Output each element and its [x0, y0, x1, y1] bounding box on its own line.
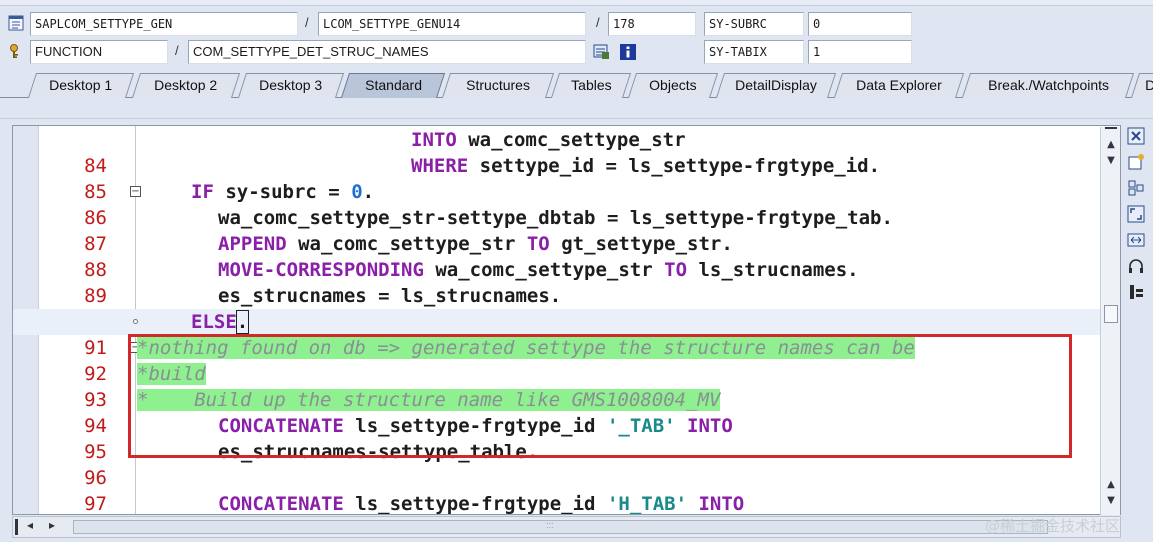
- sysvar2-value[interactable]: 1: [808, 40, 912, 64]
- tab-structures[interactable]: Structures: [441, 73, 555, 98]
- grip-icon: :::: [546, 520, 554, 530]
- tab-detaildisplay[interactable]: DetailDisplay: [715, 73, 837, 98]
- scroll-down-icon[interactable]: ▼: [1103, 495, 1119, 509]
- sysvar1-value[interactable]: 0: [808, 12, 912, 36]
- identifier: wa_comc_settype_str: [286, 233, 527, 255]
- identifier: ls_settype-frgtype_id: [343, 493, 607, 515]
- keyword: APPEND: [218, 233, 287, 255]
- tab-more[interactable]: D: [1130, 73, 1153, 98]
- keyword: WHERE: [411, 155, 469, 177]
- collapse-icon[interactable]: −: [130, 186, 141, 197]
- tab-desktop-2[interactable]: Desktop 2: [131, 73, 241, 98]
- tab-strip: Desktop 1 Desktop 2 Desktop 3 Standard S…: [0, 72, 1153, 98]
- operator: =: [606, 207, 619, 229]
- code-line[interactable]: 84 INTO wa_comc_settype_str: [13, 127, 1103, 177]
- horizontal-scrollbar[interactable]: ◂ ▸ :::: [12, 516, 1121, 538]
- current-code-line[interactable]: 91 ELSE.: [13, 309, 1103, 359]
- close-icon[interactable]: [1127, 127, 1145, 145]
- string-literal: 'H_TAB': [606, 493, 688, 515]
- code-line[interactable]: 86 − IF sy-subrc = 0.: [13, 179, 1103, 229]
- identifier: sy-subrc: [213, 181, 329, 203]
- operator: =: [378, 285, 390, 307]
- identifier: ls_settype-frgtype_id.: [616, 155, 881, 177]
- code-line[interactable]: 98 CONCATENATE ls_settype-frgtype_id 'H_…: [13, 491, 1103, 515]
- scroll-thumb[interactable]: :::: [73, 520, 1048, 534]
- identifier: settype_id: [468, 155, 606, 177]
- keyword: MOVE-CORRESPONDING: [218, 259, 424, 281]
- operator: =: [328, 181, 340, 203]
- identifier: ls_strucnames.: [389, 285, 562, 307]
- operator: .: [362, 181, 375, 203]
- fold-marker-icon: [133, 319, 138, 324]
- scroll-left-icon[interactable]: ◂: [27, 518, 33, 532]
- code-line[interactable]: 88 APPEND wa_comc_settype_str TO gt_sett…: [13, 231, 1103, 281]
- code-line[interactable]: 87 wa_comc_settype_str-settype_dbtab = l…: [13, 205, 1103, 255]
- identifier: wa_comc_settype_str-settype_dbtab: [218, 207, 607, 229]
- event-row: FUNCTION / COM_SETTYPE_DET_STRUC_NAMES S…: [0, 40, 1153, 66]
- highlight-annotation-box: [128, 334, 1072, 458]
- scroll-up-icon[interactable]: ▲: [1103, 479, 1119, 493]
- tab-tables[interactable]: Tables: [550, 73, 632, 98]
- headset-icon[interactable]: [1127, 257, 1145, 275]
- code-line[interactable]: 89 MOVE-CORRESPONDING wa_comc_settype_st…: [13, 257, 1103, 307]
- code-line[interactable]: 90 es_strucnames = ls_strucnames.: [13, 283, 1103, 333]
- program-field[interactable]: SAPLCOM_SETTYPE_GEN: [30, 12, 298, 36]
- tab-desktop-1[interactable]: Desktop 1: [27, 73, 135, 98]
- sysvar1-name[interactable]: SY-SUBRC: [704, 12, 804, 36]
- scroll-right-icon[interactable]: ▸: [49, 518, 55, 532]
- separator: /: [175, 43, 179, 58]
- keyword: TO: [664, 259, 688, 281]
- tab-objects[interactable]: Objects: [627, 73, 719, 98]
- subtoolbar: [0, 99, 1153, 119]
- scroll-start-icon[interactable]: [15, 519, 18, 535]
- expand-width-icon[interactable]: [1127, 231, 1145, 249]
- vertical-scrollbar[interactable]: ▲ ▼ ▲ ▼: [1100, 127, 1120, 515]
- watermark: @稀土掘金技术社区: [985, 517, 1121, 535]
- tab-standard[interactable]: Standard: [340, 73, 446, 98]
- title-strip: [0, 0, 1153, 6]
- identifier: wa_comc_settype_str: [423, 259, 665, 281]
- editor-toolbar: [1124, 125, 1148, 325]
- scroll-down-icon[interactable]: ▼: [1103, 155, 1119, 169]
- sysvar2-name[interactable]: SY-TABIX: [704, 40, 804, 64]
- identifier: ls_strucnames.: [687, 259, 859, 281]
- identifier: wa_comc_settype_str: [456, 129, 686, 151]
- number-literal: 0: [351, 181, 363, 203]
- layout-icon[interactable]: [1127, 179, 1145, 197]
- tab-data-explorer[interactable]: Data Explorer: [833, 73, 965, 98]
- scroll-up-icon[interactable]: ▲: [1103, 139, 1119, 153]
- new-window-icon[interactable]: [1127, 153, 1145, 171]
- separator: /: [596, 15, 600, 30]
- keyword: INTO: [698, 493, 745, 515]
- identifier: es_strucnames: [218, 285, 379, 307]
- scroll-thumb[interactable]: [1104, 305, 1118, 323]
- event-name-field[interactable]: COM_SETTYPE_DET_STRUC_NAMES: [188, 40, 586, 64]
- text-cursor: .: [235, 310, 250, 334]
- identifier: gt_settype_str.: [549, 233, 733, 255]
- event-type-field[interactable]: FUNCTION: [30, 40, 168, 64]
- function-icon: [10, 44, 18, 58]
- debug-tool-icon[interactable]: [1127, 283, 1145, 301]
- code-line[interactable]: 85 WHERE settype_id = ls_settype-frgtype…: [13, 153, 1103, 203]
- keyword: CONCATENATE: [218, 493, 344, 515]
- keyword: INTO: [411, 129, 457, 151]
- info-icon[interactable]: [619, 43, 637, 61]
- tab-break-watchpoints[interactable]: Break./Watchpoints: [961, 73, 1135, 98]
- tab-desktop-3[interactable]: Desktop 3: [237, 73, 345, 98]
- program-icon: [8, 15, 24, 31]
- code-line[interactable]: 97: [13, 465, 1103, 514]
- program-row: SAPLCOM_SETTYPE_GEN / LCOM_SETTYPE_GENU1…: [0, 12, 1153, 38]
- identifier: ls_settype-frgtype_tab.: [618, 207, 893, 229]
- keyword: ELSE: [191, 311, 237, 333]
- line-field[interactable]: 178: [608, 12, 696, 36]
- operator: =: [605, 155, 617, 177]
- keyword: IF: [191, 181, 214, 203]
- include-field[interactable]: LCOM_SETTYPE_GENU14: [318, 12, 586, 36]
- separator: /: [305, 15, 309, 30]
- display-icon[interactable]: [593, 43, 611, 61]
- maximize-icon[interactable]: [1127, 205, 1145, 223]
- keyword: TO: [526, 233, 550, 255]
- scroll-top-icon[interactable]: [1105, 127, 1117, 131]
